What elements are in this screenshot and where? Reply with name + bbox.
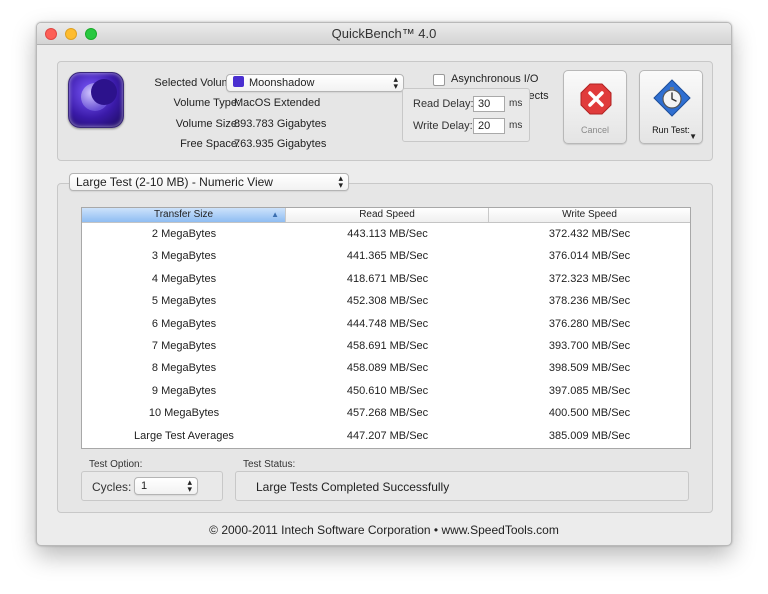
volume-popup-value: Moonshadow: [249, 77, 315, 89]
cell-write-speed: 393.700 MB/Sec: [548, 339, 631, 352]
cell-transfer-size: 8 MegaBytes: [151, 362, 217, 375]
volume-type-value: MacOS Extended: [234, 97, 321, 109]
cell-transfer-size: 10 MegaBytes: [148, 407, 220, 420]
footer-copyright: © 2000-2011 Intech Software Corporation …: [209, 523, 559, 537]
volume-disk-icon: [233, 76, 244, 87]
cell-write-speed: 378.236 MB/Sec: [548, 295, 631, 308]
cell-transfer-size: 9 MegaBytes: [151, 384, 217, 397]
async-io-checkbox[interactable]: [433, 74, 445, 86]
test-status-label: Test Status:: [243, 459, 296, 470]
cell-read-speed: 443.113 MB/Sec: [347, 228, 428, 240]
results-table[interactable]: Transfer Size ▲ Read Speed Write Speed 2…: [81, 207, 691, 449]
selected-volume-label: Selected Volume:: [154, 77, 240, 89]
table-row[interactable]: 8 MegaBytes 458.089 MB/Sec 398.509 MB/Sec: [82, 357, 690, 379]
popup-arrows-icon: ▴ ▾: [187, 477, 192, 494]
run-test-button[interactable]: Run Test: ▼: [639, 70, 703, 144]
read-delay-input[interactable]: 30: [473, 96, 505, 112]
cycles-label: Cycles:: [92, 480, 132, 494]
cell-write-speed: 372.432 MB/Sec: [548, 228, 631, 240]
stopwatch-icon: [653, 79, 691, 117]
cycles-value: 1: [141, 480, 148, 492]
popup-arrows-icon: ▴ ▾: [338, 173, 343, 190]
sort-ascending-icon: ▲: [271, 210, 279, 219]
cell-write-speed: 398.509 MB/Sec: [548, 362, 631, 375]
header-transfer-size[interactable]: Transfer Size ▲: [82, 208, 286, 222]
write-delay-label: Write Delay:: [413, 120, 473, 132]
titlebar: QuickBench™ 4.0: [37, 23, 731, 45]
header-read-speed[interactable]: Read Speed: [286, 208, 489, 222]
test-option-label: Test Option:: [89, 459, 143, 470]
volume-icon: [68, 72, 124, 128]
cell-write-speed: 385.009 MB/Sec: [548, 429, 631, 442]
table-row[interactable]: 7 MegaBytes 458.691 MB/Sec 393.700 MB/Sec: [82, 335, 690, 357]
test-status-box: Large Tests Completed Successfully: [235, 471, 689, 501]
write-delay-input[interactable]: 20: [473, 118, 505, 134]
table-row[interactable]: 3 MegaBytes 441.365 MB/Sec 376.014 MB/Sec: [82, 245, 690, 267]
cell-read-speed: 447.207 MB/Sec: [346, 429, 429, 442]
cell-read-speed: 458.089 MB/Sec: [346, 362, 429, 375]
cell-transfer-size: 6 MegaBytes: [151, 317, 217, 330]
table-row[interactable]: 6 MegaBytes 444.748 MB/Sec 376.280 MB/Sec: [82, 313, 690, 335]
view-mode-popup[interactable]: Large Test (2-10 MB) - Numeric View ▴ ▾: [69, 173, 349, 191]
volume-popup[interactable]: Moonshadow ▴ ▾: [226, 74, 404, 92]
volume-group: Selected Volume: Moonshadow ▴ ▾ Volume Ty…: [57, 61, 713, 161]
volume-size-label: Volume Size:: [175, 118, 240, 130]
cycles-popup[interactable]: 1 ▴ ▾: [134, 477, 198, 495]
table-header: Transfer Size ▲ Read Speed Write Speed: [82, 208, 690, 223]
test-status-message: Large Tests Completed Successfully: [256, 480, 450, 494]
run-test-menu-arrow-icon[interactable]: ▼: [689, 132, 697, 141]
read-delay-unit: ms: [509, 98, 523, 109]
cell-read-speed: 458.691 MB/Sec: [346, 339, 429, 352]
delay-box: Read Delay: 30 ms Write Delay: 20 ms: [402, 88, 530, 142]
window-title: QuickBench™ 4.0: [331, 26, 437, 41]
cell-transfer-size: 2 MegaBytes: [151, 228, 217, 240]
volume-type-label: Volume Type:: [173, 97, 240, 109]
header-write-speed[interactable]: Write Speed: [489, 208, 690, 222]
table-body: 2 MegaBytes 443.113 MB/Sec 372.432 MB/Sec 3…: [82, 223, 690, 447]
table-row[interactable]: 5 MegaBytes 452.308 MB/Sec 378.236 MB/Sec: [82, 290, 690, 312]
cell-write-speed: 372.323 MB/Sec: [548, 272, 631, 285]
cancel-button[interactable]: Cancel: [563, 70, 627, 144]
async-io-label: Asynchronous I/O: [451, 73, 539, 85]
cell-write-speed: 376.280 MB/Sec: [548, 317, 631, 330]
test-option-box: Cycles: 1 ▴ ▾: [81, 471, 223, 501]
cell-read-speed: 457.268 MB/Sec: [346, 407, 429, 420]
cell-read-speed: 452.308 MB/Sec: [346, 295, 429, 308]
free-space-label: Free Space:: [180, 138, 240, 150]
cell-write-speed: 397.085 MB/Sec: [548, 384, 631, 397]
cell-read-speed: 441.365 MB/Sec: [346, 250, 429, 263]
write-delay-unit: ms: [509, 120, 523, 131]
cancel-button-label: Cancel: [580, 125, 609, 135]
cell-read-speed: 444.748 MB/Sec: [346, 317, 429, 330]
cell-write-speed: 400.500 MB/Sec: [548, 407, 631, 420]
table-row[interactable]: 10 MegaBytes 457.268 MB/Sec 400.500 MB/Sec: [82, 402, 690, 424]
popup-arrows-icon: ▴ ▾: [393, 74, 398, 91]
read-delay-label: Read Delay:: [413, 98, 474, 110]
cell-transfer-size: 5 MegaBytes: [151, 295, 217, 308]
table-row[interactable]: Large Test Averages 447.207 MB/Sec 385.009…: [82, 425, 690, 447]
volume-size-value: 893.783 Gigabytes: [234, 118, 327, 130]
cell-transfer-size: 4 MegaBytes: [151, 272, 217, 285]
table-row[interactable]: 4 MegaBytes 418.671 MB/Sec 372.323 MB/Sec: [82, 268, 690, 290]
view-mode-value: Large Test (2-10 MB) - Numeric View: [76, 175, 273, 189]
stop-icon: [580, 83, 612, 115]
table-row[interactable]: 2 MegaBytes 443.113 MB/Sec 372.432 MB/Sec: [82, 223, 690, 245]
free-space-value: 763.935 Gigabytes: [234, 138, 327, 150]
cell-read-speed: 418.671 MB/Sec: [346, 272, 429, 285]
cell-read-speed: 450.610 MB/Sec: [346, 384, 429, 397]
cell-transfer-size: 7 MegaBytes: [151, 339, 217, 352]
cell-write-speed: 376.014 MB/Sec: [548, 250, 631, 263]
cell-transfer-size: 3 MegaBytes: [151, 250, 217, 263]
table-row[interactable]: 9 MegaBytes 450.610 MB/Sec 397.085 MB/Sec: [82, 380, 690, 402]
app-window: QuickBench™ 4.0 Selected Volume: Moonsha…: [36, 22, 732, 546]
cell-transfer-size: Large Test Averages: [134, 429, 234, 442]
